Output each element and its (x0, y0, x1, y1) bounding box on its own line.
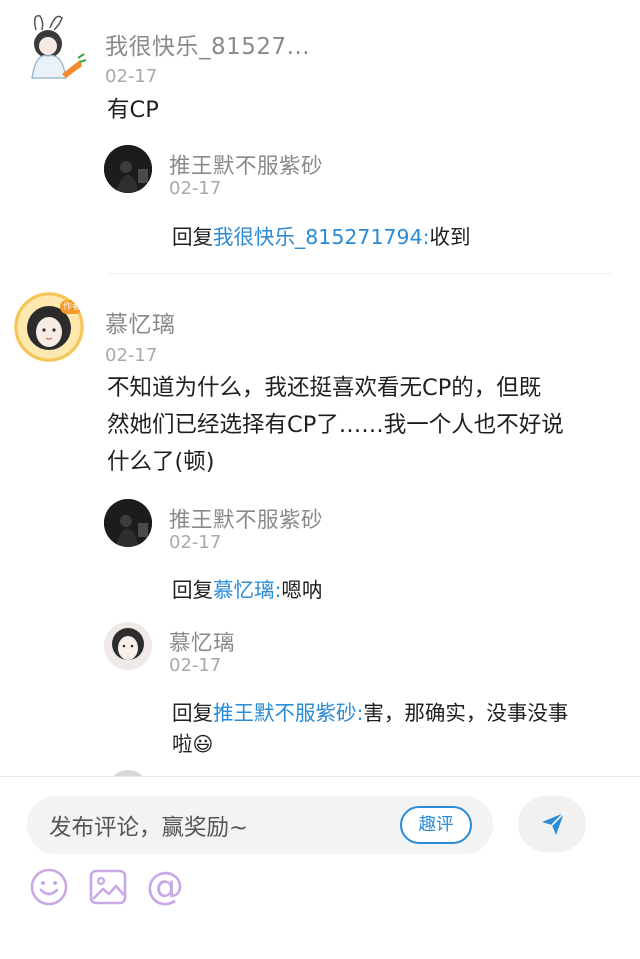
comment-input-placeholder: 发布评论，赢奖励~ (49, 815, 248, 841)
reply-target-link[interactable]: 推王默不服紫砂: (213, 701, 363, 725)
reply-target-link[interactable]: 我很快乐_815271794: (213, 225, 430, 249)
reply-body: 啦 (172, 732, 193, 756)
reply-body: 收到 (429, 225, 471, 249)
send-button[interactable] (518, 796, 586, 852)
replier-name[interactable]: 慕忆璃 (169, 626, 235, 657)
comment-date: 02-17 (105, 345, 158, 366)
quick-comment-button[interactable]: 趣评 (400, 806, 472, 844)
send-icon (542, 812, 565, 835)
comment-divider (107, 273, 613, 274)
replier-name[interactable]: 推王默不服紫砂 (169, 503, 323, 534)
avatar-replier[interactable] (104, 622, 152, 670)
comment-text[interactable]: 不知道为什么，我还挺喜欢看无CP的，但既 然她们已经选择有CP了……我一个人也不… (107, 370, 627, 481)
reply-text[interactable]: 回复慕忆璃:嗯呐 (172, 575, 322, 606)
emoji-button[interactable] (28, 866, 70, 908)
mention-icon: @ (146, 864, 184, 908)
reply-date: 02-17 (169, 178, 222, 199)
reply-target-link[interactable]: 慕忆璃: (213, 578, 281, 602)
replier-name[interactable]: 推王默不服紫砂 (169, 149, 323, 180)
avatar-commenter-1[interactable] (22, 12, 86, 82)
mention-button[interactable]: @ (146, 864, 188, 908)
comment-text-line: 不知道为什么，我还挺喜欢看无CP的，但既 (107, 375, 542, 401)
reply-text[interactable]: 回复推王默不服紫砂:害，那确实，没事没事 啦😃 (172, 698, 622, 760)
author-badge: 作者 (62, 302, 81, 312)
reply-prefix: 回复 (172, 701, 213, 725)
avatar-replier[interactable] (104, 499, 152, 547)
image-icon (89, 869, 127, 905)
commenter-name[interactable]: 我很快乐_81527... (105, 27, 310, 61)
reply-date: 02-17 (169, 655, 222, 676)
comment-date: 02-17 (105, 66, 158, 87)
smiley-emoji: 😃 (192, 732, 214, 756)
image-button[interactable] (87, 866, 129, 908)
reply-text[interactable]: 回复我很快乐_815271794:收到 (172, 222, 471, 253)
reply-body: 嗯呐 (281, 578, 323, 602)
reply-date: 02-17 (169, 532, 222, 553)
reply-body: 害，那确实，没事没事 (363, 701, 569, 725)
commenter-name[interactable]: 慕忆璃 (105, 305, 176, 339)
emoji-icon (30, 868, 68, 906)
comment-input[interactable]: 发布评论，赢奖励~ 趣评 (27, 796, 493, 854)
comment-text[interactable]: 有CP (107, 92, 159, 129)
avatar-replier[interactable] (104, 145, 152, 193)
comment-text-line: 什么了(顿) (107, 449, 215, 475)
comment-text-line: 然她们已经选择有CP了……我一个人也不好说 (107, 412, 564, 438)
reply-prefix: 回复 (172, 578, 213, 602)
reply-prefix: 回复 (172, 225, 213, 249)
